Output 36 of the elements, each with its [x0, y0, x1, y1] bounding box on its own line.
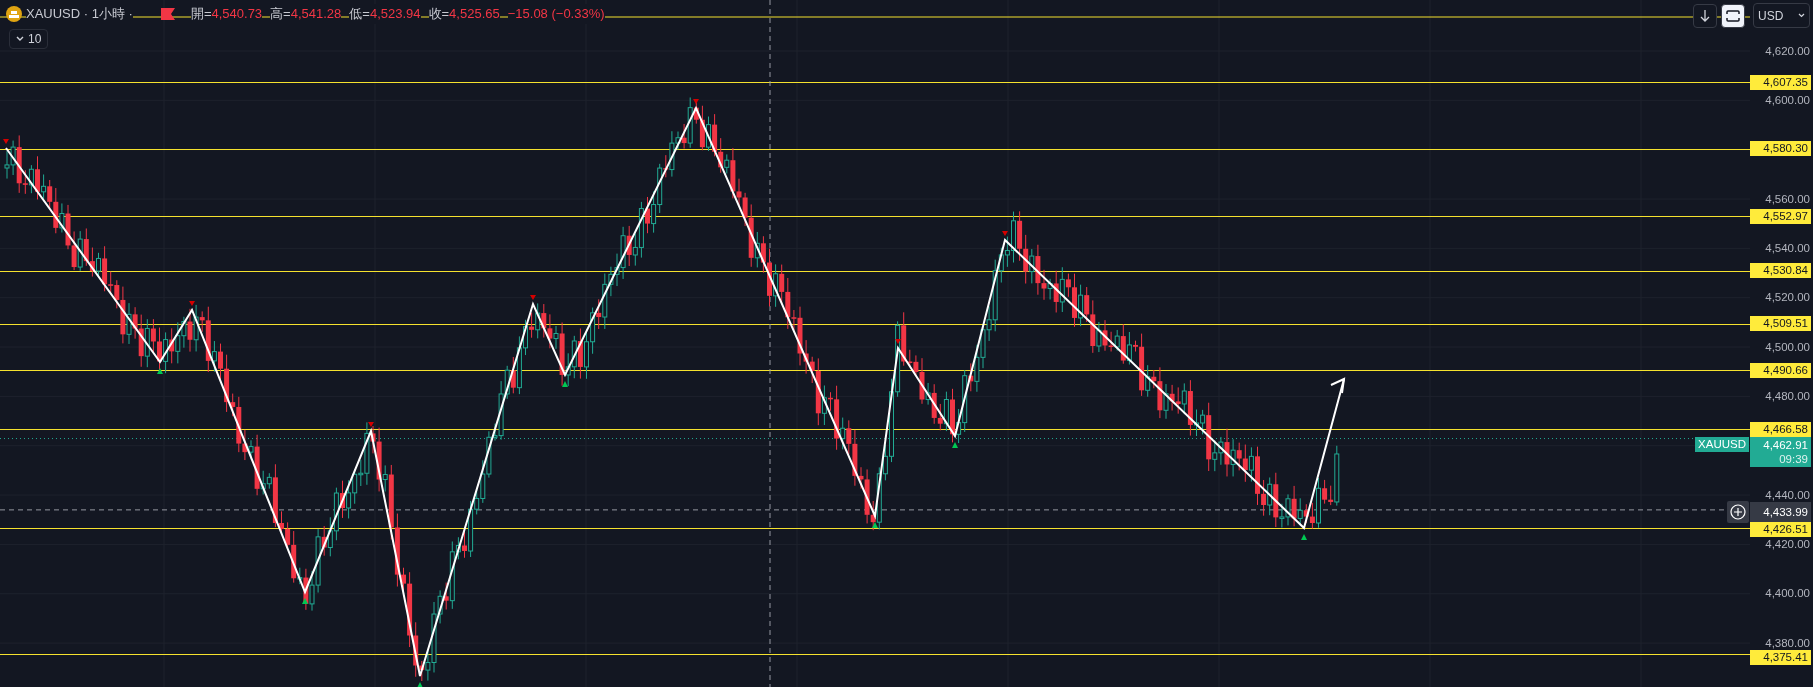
level-price-label: 4,530.84 [1750, 263, 1811, 279]
plus-icon [1730, 503, 1746, 520]
auto-scale-button[interactable] [1721, 4, 1745, 28]
arrow-down-icon [1699, 9, 1711, 23]
price-tick-label: 4,540.00 [1765, 241, 1810, 255]
flag-icon[interactable] [160, 7, 175, 20]
frame-icon [1726, 10, 1740, 22]
symbol-badge: XAUUSD [1695, 437, 1749, 452]
price-tick-label: 4,500.00 [1765, 340, 1810, 354]
ohlc-value: 4,523.94 [369, 4, 421, 24]
level-price-label: 4,509.51 [1750, 316, 1811, 332]
price-tick-label: 4,400.00 [1765, 587, 1810, 601]
price-tick-label: 4,560.00 [1765, 192, 1810, 206]
level-price-label: 4,607.35 [1750, 74, 1811, 90]
chevron-down-icon [16, 36, 24, 42]
add-alert-button[interactable] [1727, 500, 1749, 523]
level-price-label: 4,375.41 [1750, 649, 1811, 665]
price-change: −15.08 (−0.33%) [507, 4, 605, 24]
price-tick-label: 4,420.00 [1765, 537, 1810, 551]
coin-icon [6, 5, 22, 22]
crosshair-price-label: 4,433.99 [1750, 501, 1811, 522]
level-price-label: 4,490.66 [1750, 362, 1811, 378]
caret-icon [1798, 13, 1805, 18]
indicators-toggle-button[interactable]: 10 [9, 29, 49, 49]
level-price-label: 4,552.97 [1750, 208, 1811, 224]
price-tick-label: 4,620.00 [1765, 44, 1810, 58]
current-price-badge: 4,462.91 09:39 [1750, 437, 1811, 467]
price-tick-label: 4,600.00 [1765, 93, 1810, 107]
scroll-down-button[interactable] [1693, 4, 1717, 28]
level-price-label: 4,580.30 [1750, 141, 1811, 157]
price-tick-label: 4,440.00 [1765, 488, 1810, 502]
level-price-label: 4,466.58 [1750, 422, 1811, 437]
currency-dropdown[interactable]: USD [1753, 3, 1810, 28]
price-tick-label: 4,380.00 [1765, 636, 1810, 650]
price-tick-label: 4,520.00 [1765, 291, 1810, 305]
price-tick-label: 4,480.00 [1765, 389, 1810, 403]
